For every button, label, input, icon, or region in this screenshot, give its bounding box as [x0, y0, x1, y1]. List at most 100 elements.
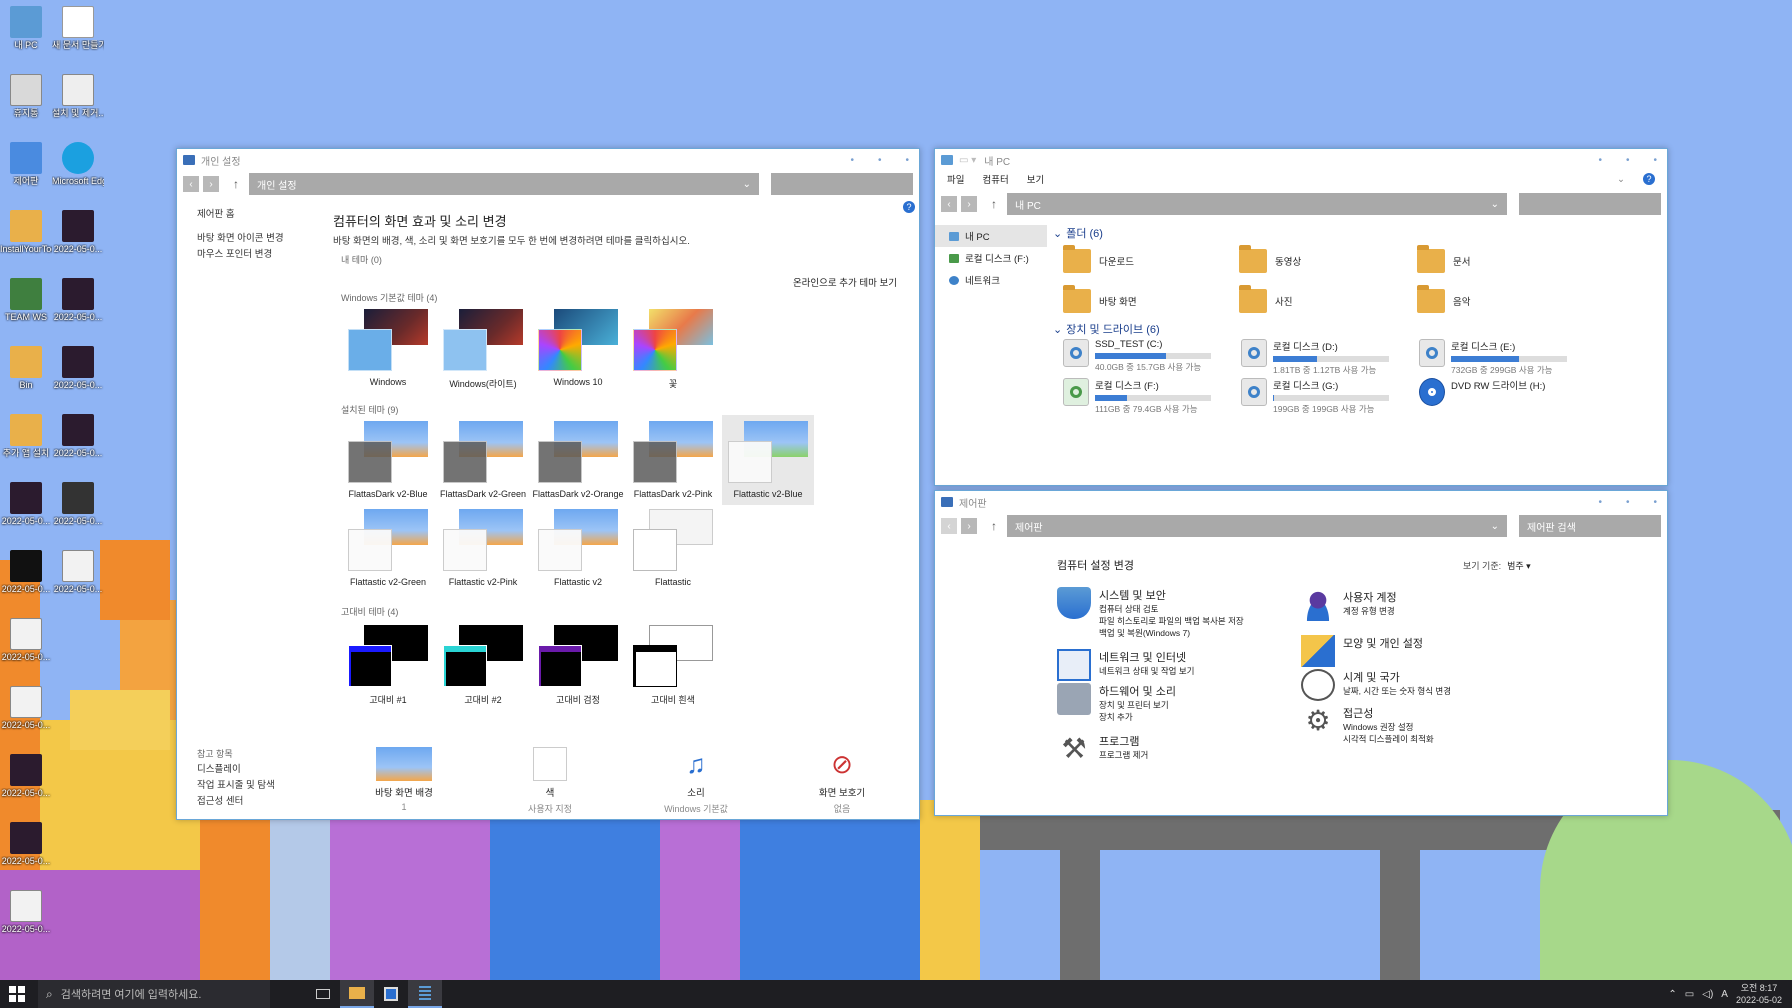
view-by-dropdown[interactable]: 범주 ▾: [1507, 559, 1531, 572]
chevron-down-icon[interactable]: ⌄: [743, 179, 751, 190]
screensaver-button[interactable]: ⊘ 화면 보호기 없음: [787, 747, 897, 815]
desktop-icon-team[interactable]: TEAM WS: [0, 278, 52, 323]
minimize-button[interactable]: •: [850, 155, 854, 166]
folder-music[interactable]: 음악: [1417, 285, 1470, 313]
back-button[interactable]: ‹: [183, 176, 199, 192]
theme-hc-1[interactable]: 고대비 #1: [342, 619, 434, 709]
theme-flattasdark-green[interactable]: FlattasDark v2-Green: [437, 415, 529, 505]
help-icon[interactable]: ?: [1643, 173, 1655, 185]
forward-button[interactable]: ›: [961, 518, 977, 534]
see-also-accessibility[interactable]: 접근성 센터: [197, 794, 337, 810]
tab-computer[interactable]: 컴퓨터: [982, 172, 1008, 186]
chevron-down-icon[interactable]: ⌄: [1491, 199, 1499, 210]
taskbar-store[interactable]: [374, 980, 408, 1008]
desktop-icon-screenshot-8[interactable]: 2022-05-0...: [52, 550, 104, 595]
desktop-icon-screenshot-7[interactable]: 2022-05-0...: [0, 550, 52, 595]
address-bar[interactable]: 내 PC ⌄: [1007, 193, 1507, 215]
folder-desktop[interactable]: 바탕 화면: [1063, 285, 1137, 313]
ribbon-expand-icon[interactable]: ⌄: [1617, 174, 1625, 185]
theme-windows-10[interactable]: Windows 10: [532, 303, 624, 393]
theme-windows-light[interactable]: Windows(라이트): [437, 303, 529, 393]
drive-d[interactable]: 로컬 디스크 (D:) 1.81TB 중 1.12TB 사용 가능: [1241, 339, 1391, 376]
up-arrow-icon[interactable]: ↑: [987, 519, 1001, 533]
desktop-icon-edge[interactable]: Microsoft Edge: [52, 142, 104, 187]
tree-item-local-disk-f[interactable]: 로컬 디스크 (F:): [935, 247, 1047, 269]
folder-videos[interactable]: 동영상: [1239, 245, 1301, 273]
cp-user-accounts[interactable]: 사용자 계정 계정 유형 변경: [1301, 589, 1397, 621]
theme-hc-black[interactable]: 고대비 검정: [532, 619, 624, 709]
desktop-icons-link[interactable]: 바탕 화면 아이콘 변경: [197, 231, 317, 247]
theme-flattasdark-blue[interactable]: FlattasDark v2-Blue: [342, 415, 434, 505]
cp-appearance[interactable]: 모양 및 개인 설정: [1301, 635, 1423, 667]
see-also-taskbar[interactable]: 작업 표시줄 및 탐색: [197, 778, 337, 794]
folder-downloads[interactable]: 다운로드: [1063, 245, 1134, 273]
tree-item-my-pc[interactable]: 내 PC: [935, 225, 1047, 247]
cp-link[interactable]: 컴퓨터 상태 검토: [1099, 603, 1244, 615]
desktop-icon-screenshot-3[interactable]: 2022-05-0...: [52, 346, 104, 391]
drive-h-dvd[interactable]: DVD RW 드라이브 (H:): [1419, 378, 1569, 406]
close-button[interactable]: •: [905, 155, 909, 166]
drive-e[interactable]: 로컬 디스크 (E:) 732GB 중 299GB 사용 가능: [1419, 339, 1569, 376]
search-input[interactable]: [1519, 193, 1661, 215]
online-themes-link[interactable]: 온라인으로 추가 테마 보기: [793, 275, 897, 289]
folder-pictures[interactable]: 사진: [1239, 285, 1292, 313]
ime-indicator[interactable]: A: [1721, 989, 1728, 1000]
up-arrow-icon[interactable]: ↑: [229, 177, 243, 191]
back-button[interactable]: ‹: [941, 518, 957, 534]
desktop-icon-screenshot-5[interactable]: 2022-05-0...: [0, 482, 52, 527]
close-button[interactable]: •: [1653, 155, 1657, 166]
cp-system-security[interactable]: 시스템 및 보안 컴퓨터 상태 검토 파일 히스토리로 파일의 백업 복사본 저…: [1057, 587, 1244, 639]
address-bar[interactable]: 개인 설정 ⌄: [249, 173, 759, 195]
maximize-button[interactable]: •: [878, 155, 882, 166]
desktop-icon-control-panel[interactable]: 제어판: [0, 142, 52, 187]
theme-windows[interactable]: Windows: [342, 303, 434, 393]
maximize-button[interactable]: •: [1626, 497, 1630, 508]
cp-link[interactable]: 네트워크 상태 및 작업 보기: [1099, 665, 1194, 677]
tab-view[interactable]: 보기: [1027, 172, 1044, 186]
desktop-icon-bin-folder[interactable]: Bin: [0, 346, 52, 391]
desktop-icon-screenshot-9[interactable]: 2022-05-0...: [0, 618, 52, 663]
cp-accessibility[interactable]: ⚙ 접근성 Windows 권장 설정 시각적 디스플레이 최적화: [1301, 705, 1434, 745]
control-panel-home-link[interactable]: 제어판 홈: [197, 207, 317, 223]
theme-flowers[interactable]: 꽃: [627, 303, 719, 393]
search-input[interactable]: 제어판 검색: [1519, 515, 1661, 537]
desktop-icon-recycle-bin[interactable]: 휴지통: [0, 74, 52, 119]
volume-icon[interactable]: ◁): [1702, 989, 1713, 1000]
theme-flattastic-v2[interactable]: Flattastic v2: [532, 503, 624, 593]
tab-file[interactable]: 파일: [947, 172, 964, 186]
desktop-icon-screenshot-10[interactable]: 2022-05-0...: [0, 686, 52, 731]
desktop-icon-screenshot-4[interactable]: 2022-05-0...: [52, 414, 104, 459]
cp-link[interactable]: 계정 유형 변경: [1343, 605, 1397, 617]
minimize-button[interactable]: •: [1598, 155, 1602, 166]
chevron-down-icon[interactable]: ⌄: [1491, 521, 1499, 532]
cp-link[interactable]: 날짜, 시간 또는 숫자 형식 변경: [1343, 685, 1451, 697]
drive-f[interactable]: 로컬 디스크 (F:) 111GB 중 79.4GB 사용 가능: [1063, 378, 1213, 415]
tree-item-network[interactable]: 네트워크: [935, 269, 1047, 291]
quick-access-toolbar[interactable]: ▭ ▾: [959, 155, 976, 166]
sound-button[interactable]: ♫ 소리 Windows 기본값: [641, 747, 751, 815]
taskbar-search-box[interactable]: ⌕ 검색하려면 여기에 입력하세요.: [38, 980, 270, 1008]
cp-link[interactable]: Windows 권장 설정: [1343, 721, 1434, 733]
minimize-button[interactable]: •: [1598, 497, 1602, 508]
desktop-icon-my-pc[interactable]: 내 PC: [0, 6, 52, 51]
cp-programs[interactable]: ⚒ 프로그램 프로그램 제거: [1057, 733, 1148, 765]
search-input[interactable]: [771, 173, 913, 195]
desktop-icon-screenshot-13[interactable]: 2022-05-0...: [0, 890, 52, 935]
clock[interactable]: 오전 8:17 2022-05-02: [1736, 982, 1782, 1006]
theme-flattastic-blue[interactable]: Flattastic v2-Blue: [722, 415, 814, 505]
desktop-background-button[interactable]: 바탕 화면 배경 1: [349, 747, 459, 812]
desktop-icon-screenshot-2[interactable]: 2022-05-0...: [52, 278, 104, 323]
cp-link[interactable]: 파일 히스토리로 파일의 백업 복사본 저장: [1099, 615, 1244, 627]
help-icon[interactable]: ?: [903, 201, 915, 213]
desktop-icon-screenshot-11[interactable]: 2022-05-0...: [0, 754, 52, 799]
color-button[interactable]: 색 사용자 지정: [495, 747, 605, 815]
taskbar-control-panel[interactable]: [408, 980, 442, 1008]
cp-link[interactable]: 백업 및 복원(Windows 7): [1099, 627, 1244, 639]
cp-clock-region[interactable]: 시계 및 국가 날짜, 시간 또는 숫자 형식 변경: [1301, 669, 1451, 701]
task-view-button[interactable]: [306, 980, 340, 1008]
desktop-icon-settings[interactable]: 설치 및 제거...: [52, 74, 104, 119]
network-icon[interactable]: ▭: [1685, 989, 1694, 1000]
theme-flattasdark-orange[interactable]: FlattasDark v2-Orange: [532, 415, 624, 505]
desktop-icon-screenshot-12[interactable]: 2022-05-0...: [0, 822, 52, 867]
drives-group-header[interactable]: ⌄ 장치 및 드라이브 (6): [1053, 321, 1160, 337]
